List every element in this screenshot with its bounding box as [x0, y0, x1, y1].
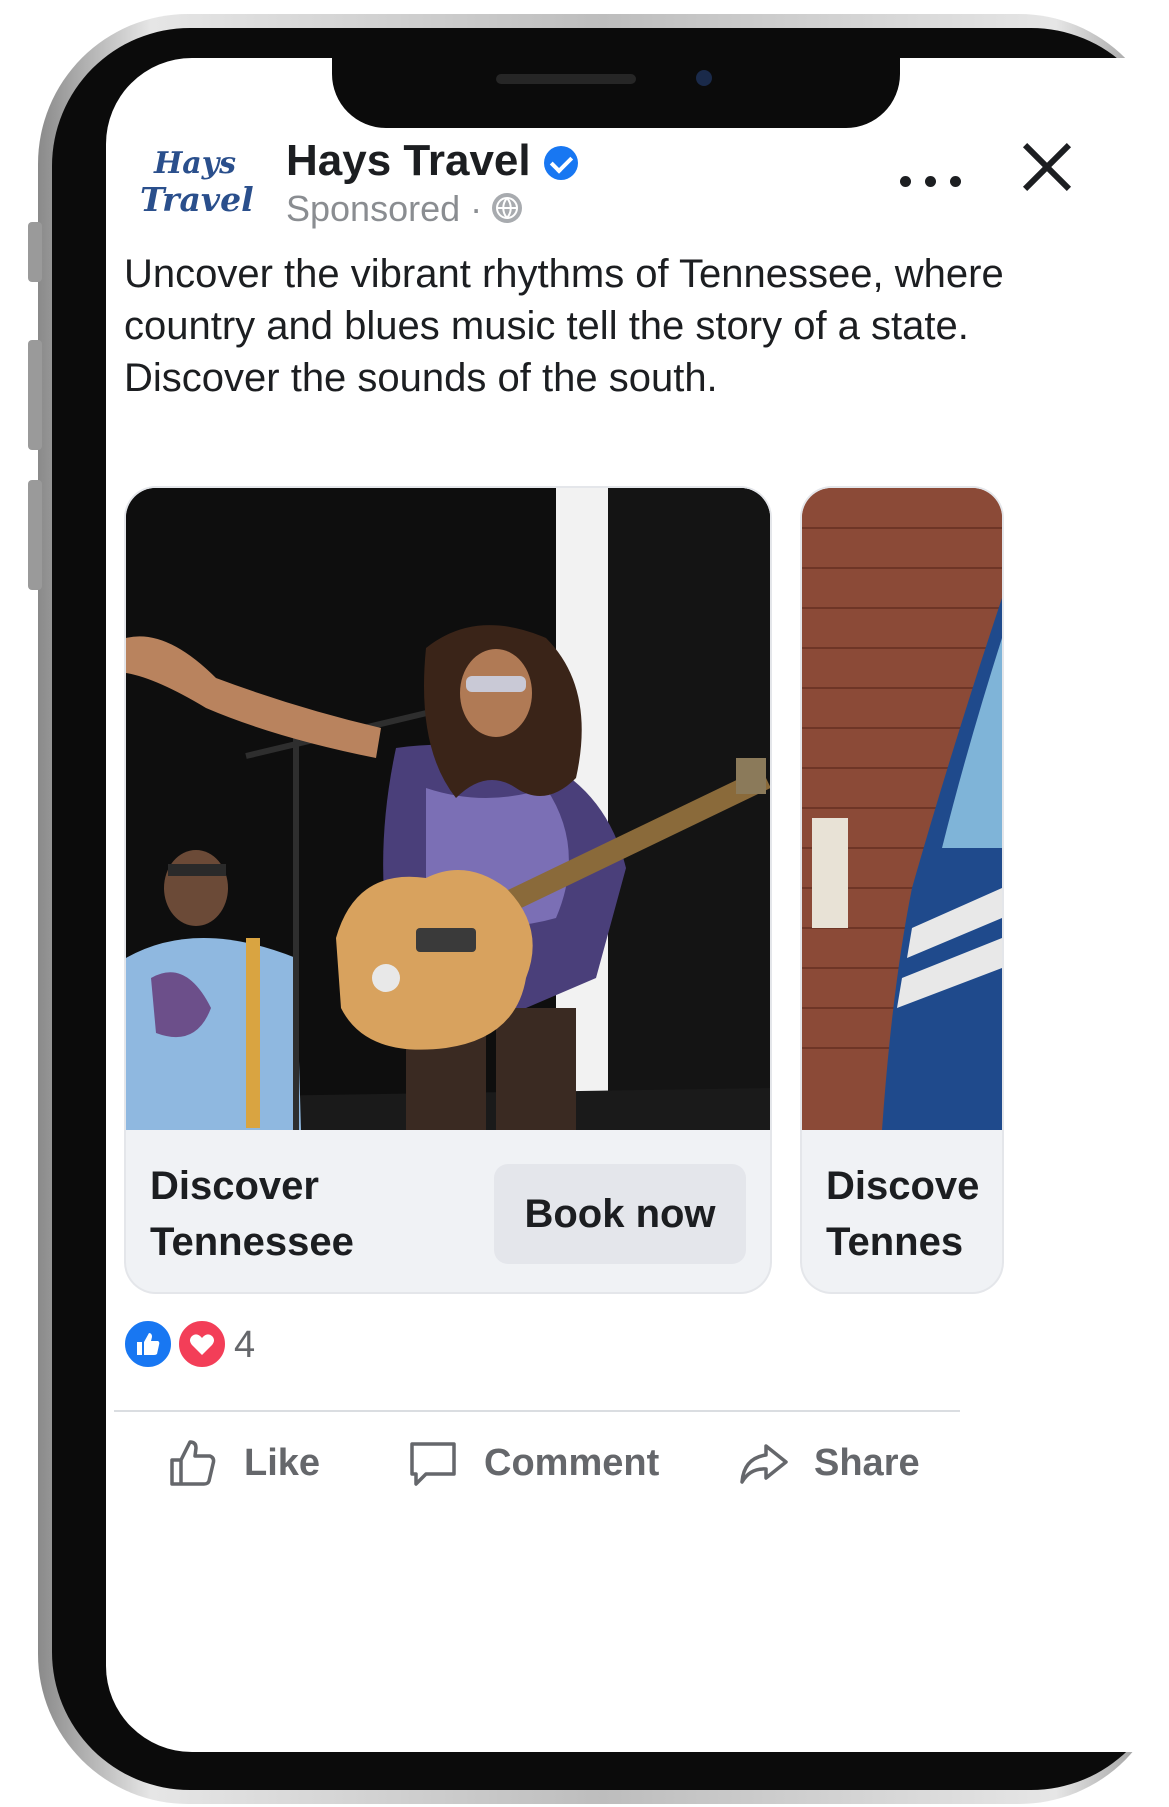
speaker-grille — [496, 74, 636, 84]
card-title-line: Discove — [826, 1164, 980, 1208]
comment-bubble-icon — [410, 1442, 456, 1486]
logo-line1: Hays — [153, 146, 237, 181]
book-now-button[interactable]: Book now — [494, 1164, 746, 1264]
share-arrow-icon — [740, 1444, 788, 1484]
card-title: Discove Tennes — [826, 1158, 979, 1270]
card-title: Discover Tennessee — [150, 1158, 354, 1270]
phone-side-button — [28, 222, 42, 282]
sponsored-label[interactable]: Sponsored · — [286, 188, 482, 230]
close-icon[interactable] — [1018, 138, 1074, 194]
card-title-line: Tennes — [826, 1220, 964, 1264]
comment-label: Comment — [484, 1441, 660, 1484]
thumbs-up-icon — [170, 1440, 216, 1486]
card-title-line: Discover — [150, 1164, 319, 1208]
card-title-line: Tennessee — [150, 1220, 354, 1264]
verified-badge-icon — [544, 146, 578, 180]
love-reaction-icon[interactable] — [176, 1318, 228, 1370]
phone-side-button — [28, 340, 42, 450]
caption-paragraph: Uncover the vibrant rhythms of Tennessee… — [124, 252, 1004, 348]
carousel-image-concert — [126, 488, 770, 1130]
logo-line2: Travel — [140, 180, 254, 219]
comment-button[interactable]: Comment — [406, 1418, 659, 1508]
phone-side-button — [28, 480, 42, 590]
like-button[interactable]: Like — [166, 1418, 320, 1508]
page-logo[interactable]: Hays Travel — [140, 146, 254, 219]
phone-notch — [332, 58, 900, 128]
reaction-count[interactable]: 4 — [234, 1324, 255, 1367]
front-camera — [696, 70, 712, 86]
carousel-card[interactable]: Discover Tennessee Book now — [126, 488, 770, 1292]
like-reaction-icon[interactable] — [122, 1318, 174, 1370]
share-button[interactable]: Share — [736, 1418, 920, 1508]
divider — [114, 1410, 960, 1412]
carousel-card[interactable]: Discove Tennes — [802, 488, 1002, 1292]
like-label: Like — [244, 1441, 321, 1484]
carousel-image-building — [802, 488, 1002, 1130]
share-label: Share — [814, 1441, 920, 1484]
caption-paragraph: Discover the sounds of the south. — [124, 356, 718, 400]
more-options-icon[interactable] — [896, 162, 966, 202]
page-name[interactable]: Hays Travel — [286, 136, 531, 186]
globe-icon — [492, 193, 522, 223]
post-caption: Uncover the vibrant rhythms of Tennessee… — [124, 248, 1004, 404]
phone-screen: Hays Travel Hays Travel Sponsored · Unco… — [106, 58, 1169, 1752]
